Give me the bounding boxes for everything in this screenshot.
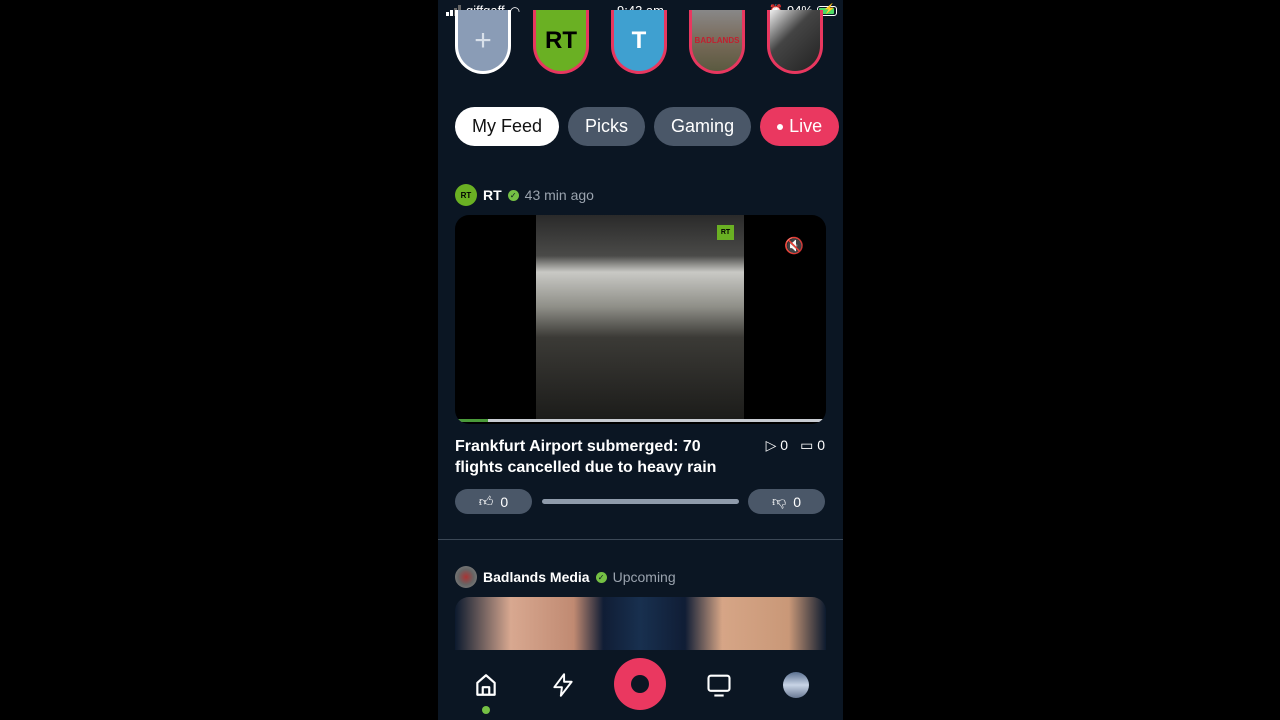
thumbs-up-icon: 👍︎ bbox=[478, 493, 494, 509]
tab-label: Live bbox=[789, 116, 823, 136]
channel-avatar[interactable]: RT bbox=[455, 184, 477, 206]
tab-label: Picks bbox=[585, 116, 629, 136]
channel-name[interactable]: Badlands Media bbox=[483, 569, 590, 585]
comments-stat[interactable]: ▭ 0 bbox=[800, 437, 825, 454]
post-header: Badlands Media ✓ Upcoming bbox=[455, 566, 676, 588]
post-stats: ▷ 0 ▭ 0 bbox=[766, 437, 825, 454]
post-status: Upcoming bbox=[612, 569, 676, 585]
active-indicator bbox=[482, 706, 490, 714]
nav-profile[interactable] bbox=[781, 670, 811, 700]
plays-stat: ▷ 0 bbox=[766, 437, 788, 454]
video-progress[interactable] bbox=[455, 419, 826, 422]
thumbs-down-icon: 👎︎ bbox=[771, 493, 787, 509]
nav-tv[interactable] bbox=[704, 670, 734, 700]
verified-icon: ✓ bbox=[507, 189, 519, 201]
tab-label: Gaming bbox=[671, 116, 735, 136]
story-label: T bbox=[631, 26, 647, 54]
story-user[interactable] bbox=[767, 10, 823, 74]
video-frame bbox=[536, 215, 744, 419]
play-icon: ▷ bbox=[765, 437, 777, 453]
post-title[interactable]: Frankfurt Airport submerged: 70 flights … bbox=[455, 436, 745, 478]
go-live-button[interactable] bbox=[614, 658, 666, 710]
verified-icon: ✓ bbox=[595, 571, 607, 583]
tab-picks[interactable]: Picks bbox=[568, 107, 646, 146]
rt-watermark: RT bbox=[717, 225, 734, 240]
story-rt[interactable]: RT bbox=[533, 10, 589, 74]
tab-gaming[interactable]: Gaming bbox=[654, 107, 752, 146]
profile-avatar bbox=[783, 672, 809, 698]
story-t[interactable]: T bbox=[611, 10, 667, 74]
likes-count: 0 bbox=[500, 493, 509, 510]
nav-shorts[interactable] bbox=[548, 670, 578, 700]
video-progress-fill bbox=[455, 419, 489, 422]
tab-my-feed[interactable]: My Feed bbox=[455, 107, 560, 146]
video-player[interactable]: RT 🔇 bbox=[455, 215, 826, 424]
post-header: RT RT ✓ 43 min ago bbox=[455, 184, 594, 206]
plays-count: 0 bbox=[780, 437, 789, 453]
phone-screen: giffgaff ◠ 9:43 am ⏰ 94% ⚡ + RT T BADLAN… bbox=[438, 0, 843, 720]
bottom-nav bbox=[438, 650, 843, 720]
channel-name[interactable]: RT bbox=[483, 187, 502, 203]
mute-icon[interactable]: 🔇 bbox=[784, 236, 804, 256]
post-time: 43 min ago bbox=[524, 187, 594, 203]
plus-icon: + bbox=[474, 23, 492, 57]
stories-row: + RT T BADLANDS bbox=[438, 10, 843, 78]
comment-icon: ▭ bbox=[800, 437, 814, 453]
story-label: BADLANDS bbox=[694, 36, 740, 45]
add-story-button[interactable]: + bbox=[455, 10, 511, 74]
dislikes-count: 0 bbox=[793, 493, 801, 510]
like-ratio-bar bbox=[542, 499, 739, 504]
dislike-button[interactable]: 👎︎ 0 bbox=[748, 489, 825, 514]
avatar-text: RT bbox=[460, 190, 472, 200]
live-dot-icon bbox=[777, 123, 784, 130]
feed-tabs: My Feed Picks Gaming Live bbox=[455, 107, 840, 146]
record-icon bbox=[631, 675, 649, 693]
post-divider bbox=[438, 539, 843, 540]
tab-live[interactable]: Live bbox=[760, 107, 840, 146]
story-label: RT bbox=[545, 26, 577, 54]
home-icon bbox=[476, 674, 496, 696]
comments-count: 0 bbox=[817, 437, 825, 453]
nav-home[interactable] bbox=[471, 670, 501, 700]
video-thumbnail[interactable] bbox=[455, 597, 826, 657]
channel-avatar[interactable] bbox=[455, 566, 477, 588]
story-badlands[interactable]: BADLANDS bbox=[689, 10, 745, 74]
like-button[interactable]: 👍︎ 0 bbox=[455, 489, 532, 514]
tv-icon bbox=[707, 674, 731, 697]
tab-label: My Feed bbox=[472, 116, 543, 136]
lightning-icon bbox=[553, 673, 573, 697]
